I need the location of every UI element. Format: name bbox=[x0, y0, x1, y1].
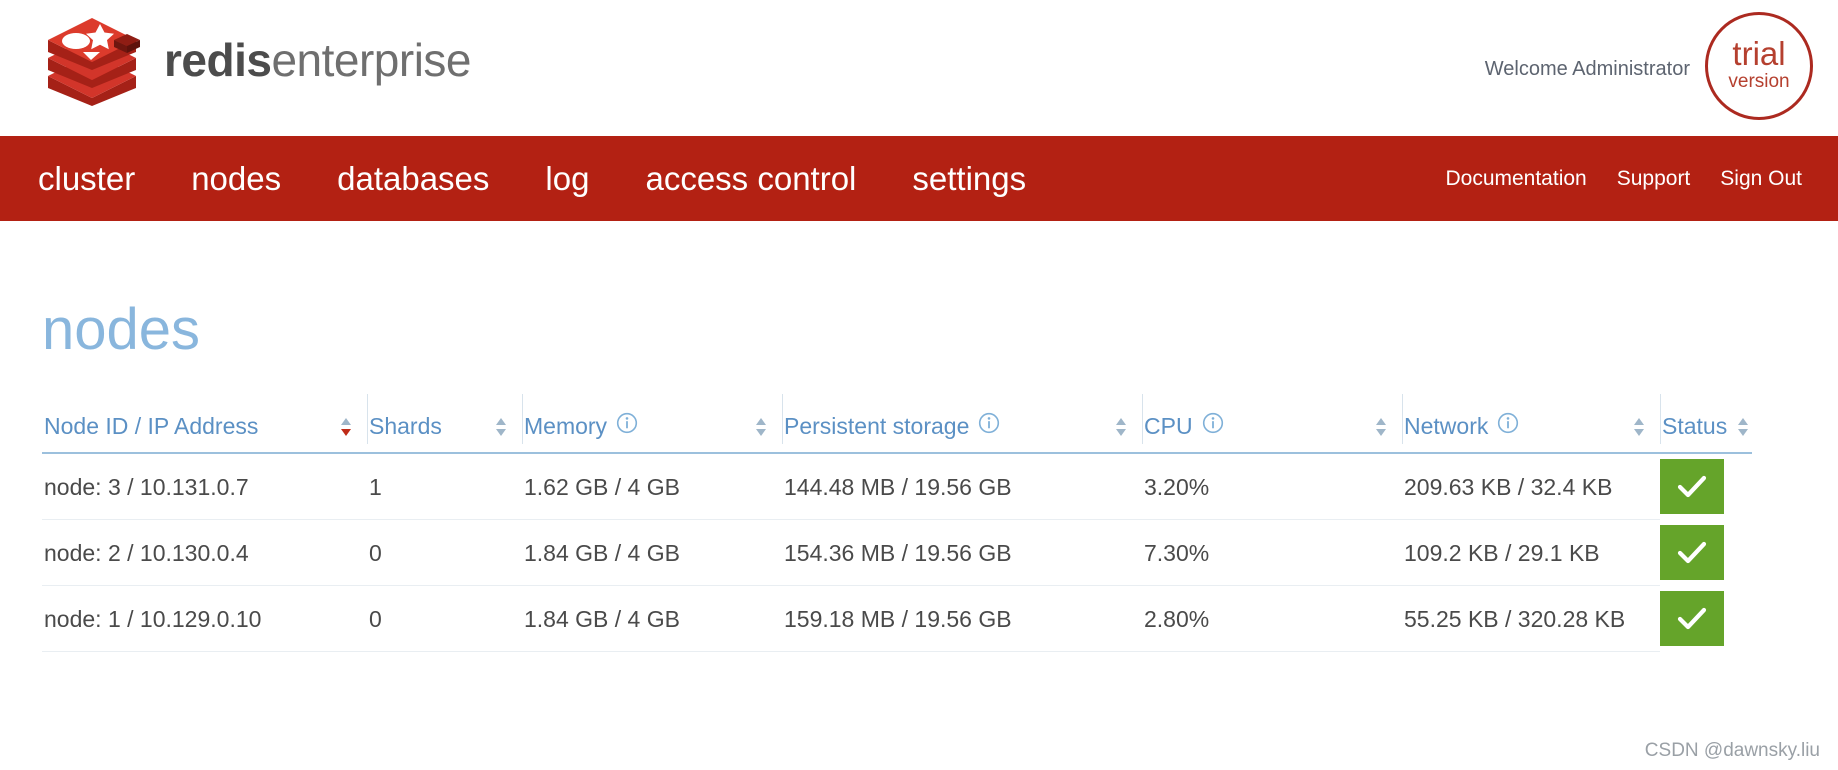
cell-status bbox=[1660, 453, 1752, 520]
cell-memory: 1.62 GB / 4 GB bbox=[522, 453, 782, 520]
table-row[interactable]: node: 1 / 10.129.0.10 0 1.84 GB / 4 GB 1… bbox=[42, 586, 1752, 652]
main-navigation: cluster nodes databases log access contr… bbox=[0, 136, 1838, 221]
table-row[interactable]: node: 2 / 10.130.0.4 0 1.84 GB / 4 GB 15… bbox=[42, 520, 1752, 586]
column-label-cpu: CPU bbox=[1144, 413, 1193, 440]
column-label-persistent-storage: Persistent storage bbox=[784, 413, 969, 440]
brand-name-enterprise: enterprise bbox=[271, 34, 471, 86]
cell-shards: 0 bbox=[367, 520, 522, 586]
secondary-nav: Documentation Support Sign Out bbox=[1445, 136, 1802, 221]
app-root: redisenterprise Welcome Administrator tr… bbox=[0, 0, 1838, 770]
sort-arrows-shards-icon[interactable] bbox=[494, 416, 508, 438]
nav-link-documentation[interactable]: Documentation bbox=[1445, 167, 1586, 191]
table-header-row: Node ID / IP Address Shard bbox=[42, 412, 1752, 453]
status-badge bbox=[1660, 591, 1724, 646]
column-header-network[interactable]: Network bbox=[1402, 412, 1660, 453]
cell-node-id: node: 2 / 10.130.0.4 bbox=[42, 520, 367, 586]
status-badge bbox=[1660, 459, 1724, 514]
cell-status bbox=[1660, 520, 1752, 586]
brand-wordmark: redisenterprise bbox=[164, 37, 471, 83]
column-label-status: Status bbox=[1662, 413, 1727, 440]
brand-logo[interactable]: redisenterprise bbox=[38, 14, 471, 106]
check-icon bbox=[1677, 474, 1707, 500]
nav-item-cluster[interactable]: cluster bbox=[38, 162, 163, 195]
column-header-status[interactable]: Status bbox=[1660, 412, 1752, 453]
column-header-node-id[interactable]: Node ID / IP Address bbox=[42, 412, 367, 453]
brand-name-redis: redis bbox=[164, 34, 271, 86]
main-content: nodes Node ID / IP Address bbox=[0, 221, 1838, 652]
column-header-memory[interactable]: Memory bbox=[522, 412, 782, 453]
column-label-node-id: Node ID / IP Address bbox=[44, 413, 258, 440]
cell-shards: 1 bbox=[367, 453, 522, 520]
cell-cpu: 2.80% bbox=[1142, 586, 1402, 652]
table-header: Node ID / IP Address Shard bbox=[42, 412, 1752, 453]
info-icon-cpu[interactable] bbox=[1202, 412, 1224, 440]
sort-arrows-node-id-icon[interactable] bbox=[339, 416, 353, 438]
top-bar: redisenterprise Welcome Administrator tr… bbox=[0, 0, 1838, 136]
column-header-cpu[interactable]: CPU bbox=[1142, 412, 1402, 453]
nodes-table-wrapper: Node ID / IP Address Shard bbox=[42, 412, 1752, 652]
primary-nav: cluster nodes databases log access contr… bbox=[38, 136, 1054, 221]
column-label-shards: Shards bbox=[369, 413, 442, 440]
cell-cpu: 3.20% bbox=[1142, 453, 1402, 520]
sort-arrows-status-icon[interactable] bbox=[1736, 416, 1750, 438]
watermark: CSDN @dawnsky.liu bbox=[1645, 740, 1820, 762]
sort-arrows-network-icon[interactable] bbox=[1632, 416, 1646, 438]
column-header-shards[interactable]: Shards bbox=[367, 412, 522, 453]
cell-network: 209.63 KB / 32.4 KB bbox=[1402, 453, 1660, 520]
trial-badge-line1: trial bbox=[1732, 38, 1785, 69]
page-title: nodes bbox=[42, 301, 1838, 359]
table-body: node: 3 / 10.131.0.7 1 1.62 GB / 4 GB 14… bbox=[42, 453, 1752, 652]
cell-shards: 0 bbox=[367, 586, 522, 652]
check-icon bbox=[1677, 540, 1707, 566]
cell-memory: 1.84 GB / 4 GB bbox=[522, 586, 782, 652]
cell-network: 55.25 KB / 320.28 KB bbox=[1402, 586, 1660, 652]
cell-memory: 1.84 GB / 4 GB bbox=[522, 520, 782, 586]
cell-network: 109.2 KB / 29.1 KB bbox=[1402, 520, 1660, 586]
cell-storage: 154.36 MB / 19.56 GB bbox=[782, 520, 1142, 586]
cell-status bbox=[1660, 586, 1752, 652]
cell-storage: 159.18 MB / 19.56 GB bbox=[782, 586, 1142, 652]
nav-item-settings[interactable]: settings bbox=[884, 162, 1054, 195]
nav-item-log[interactable]: log bbox=[517, 162, 617, 195]
info-icon-persistent-storage[interactable] bbox=[978, 412, 1000, 440]
redis-stack-logo-icon bbox=[38, 14, 146, 106]
nav-item-databases[interactable]: databases bbox=[309, 162, 517, 195]
nav-item-access-control[interactable]: access control bbox=[617, 162, 884, 195]
column-header-persistent-storage[interactable]: Persistent storage bbox=[782, 412, 1142, 453]
status-badge bbox=[1660, 525, 1724, 580]
trial-badge-line2: version bbox=[1728, 71, 1789, 94]
info-icon-memory[interactable] bbox=[616, 412, 638, 440]
nodes-table: Node ID / IP Address Shard bbox=[42, 412, 1752, 652]
cell-storage: 144.48 MB / 19.56 GB bbox=[782, 453, 1142, 520]
sort-arrows-cpu-icon[interactable] bbox=[1374, 416, 1388, 438]
sort-arrows-memory-icon[interactable] bbox=[754, 416, 768, 438]
check-icon bbox=[1677, 606, 1707, 632]
column-label-memory: Memory bbox=[524, 413, 607, 440]
nav-item-nodes[interactable]: nodes bbox=[163, 162, 309, 195]
info-icon-network[interactable] bbox=[1497, 412, 1519, 440]
cell-node-id: node: 3 / 10.131.0.7 bbox=[42, 453, 367, 520]
sort-arrows-persistent-storage-icon[interactable] bbox=[1114, 416, 1128, 438]
cell-cpu: 7.30% bbox=[1142, 520, 1402, 586]
nav-link-support[interactable]: Support bbox=[1617, 167, 1691, 191]
trial-version-badge: trial version bbox=[1705, 12, 1813, 120]
column-label-network: Network bbox=[1404, 413, 1488, 440]
nav-link-sign-out[interactable]: Sign Out bbox=[1720, 167, 1802, 191]
welcome-message: Welcome Administrator bbox=[1485, 58, 1690, 81]
table-row[interactable]: node: 3 / 10.131.0.7 1 1.62 GB / 4 GB 14… bbox=[42, 453, 1752, 520]
cell-node-id: node: 1 / 10.129.0.10 bbox=[42, 586, 367, 652]
